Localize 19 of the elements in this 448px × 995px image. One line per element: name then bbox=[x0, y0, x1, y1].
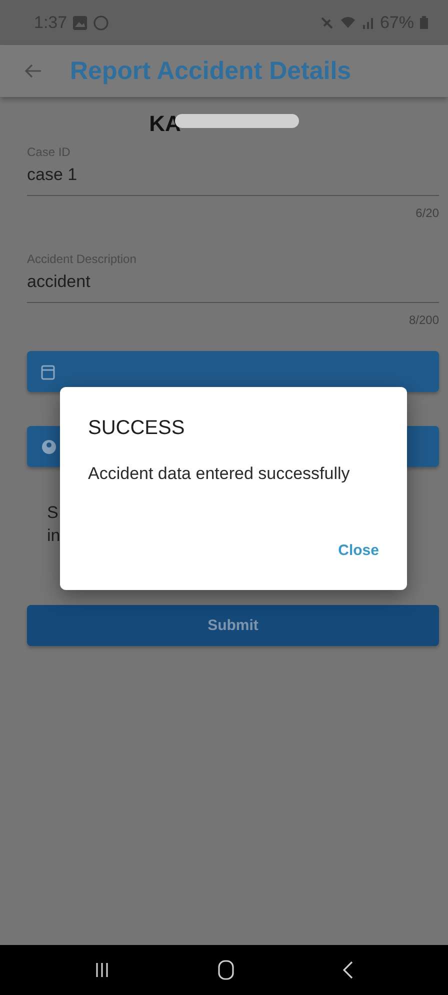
recent-apps-icon[interactable] bbox=[94, 962, 109, 978]
battery-icon bbox=[420, 16, 428, 29]
dialog-title: SUCCESS bbox=[88, 417, 186, 440]
input-field[interactable]: accident bbox=[27, 266, 439, 303]
calendar-icon bbox=[41, 364, 55, 380]
input-field[interactable]: case 1 bbox=[27, 159, 439, 196]
gallery-icon bbox=[73, 16, 88, 30]
signal-icon bbox=[362, 16, 374, 28]
wifi-icon bbox=[340, 16, 356, 29]
person-icon bbox=[41, 438, 57, 454]
picker-button[interactable] bbox=[27, 351, 439, 392]
screen-title: Report Accident Details bbox=[70, 56, 352, 86]
submit-button[interactable]: Submit bbox=[27, 605, 439, 646]
note-text: in bbox=[47, 525, 60, 547]
close-button[interactable]: Close bbox=[338, 538, 379, 563]
back-icon[interactable] bbox=[343, 961, 354, 979]
home-icon[interactable] bbox=[218, 960, 234, 980]
note-text: S bbox=[47, 502, 58, 524]
dialog-message: Accident data entered successfully bbox=[88, 464, 351, 484]
